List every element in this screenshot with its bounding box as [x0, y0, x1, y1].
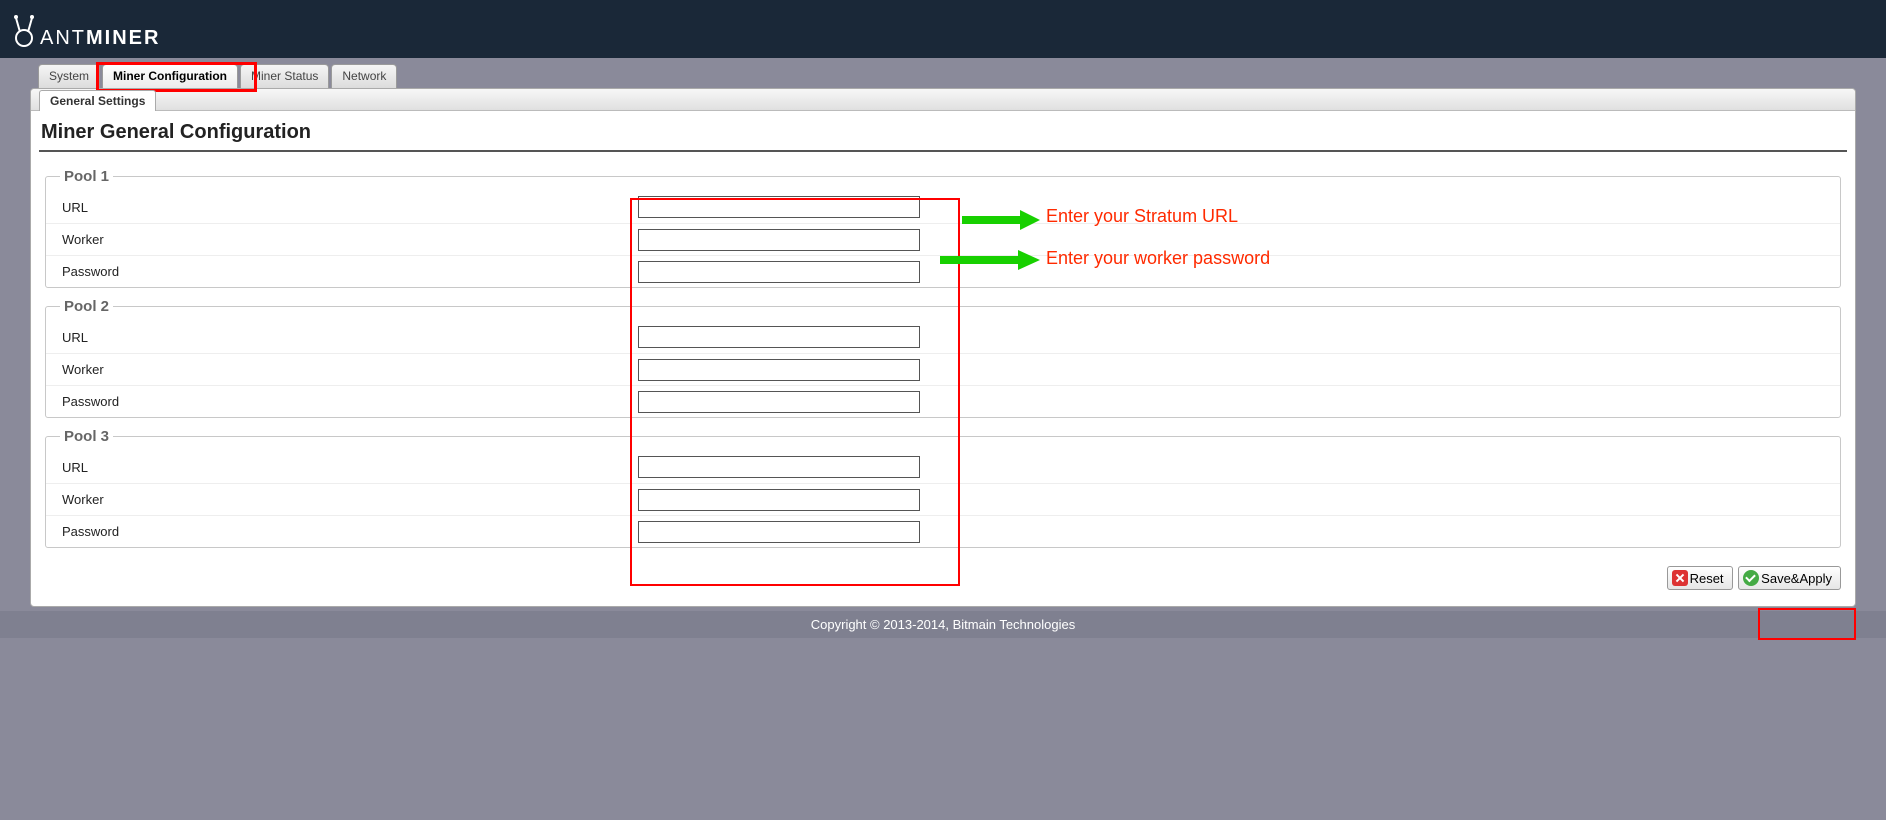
footer: Copyright © 2013-2014, Bitmain Technolog… [0, 611, 1886, 638]
config-panel: General Settings Miner General Configura… [30, 88, 1856, 607]
cancel-icon [1672, 570, 1688, 586]
pool-1-url-input[interactable] [638, 196, 920, 218]
pool-2-password-input[interactable] [638, 391, 920, 413]
tab-system[interactable]: System [38, 64, 100, 88]
pool-2-worker-input[interactable] [638, 359, 920, 381]
annotation-text-worker: Enter your worker password [1046, 248, 1270, 269]
pool-3-worker-input[interactable] [638, 489, 920, 511]
pool-1-password-label: Password [58, 264, 638, 279]
pool-3-worker-label: Worker [58, 492, 638, 507]
brand-logo: ANTMINER [10, 6, 1876, 52]
reset-button[interactable]: Reset [1667, 566, 1733, 590]
main-tabs: System Miner Configuration Miner Status … [38, 64, 1886, 88]
pool-2-password-label: Password [58, 394, 638, 409]
pool-3-url-input[interactable] [638, 456, 920, 478]
save-apply-button-label: Save&Apply [1761, 571, 1832, 586]
annotation-text-url: Enter your Stratum URL [1046, 206, 1238, 227]
pool-2-fieldset: Pool 2 URL Worker Password [45, 298, 1841, 418]
tab-miner-status[interactable]: Miner Status [240, 64, 329, 88]
header-bar: ANTMINER [0, 0, 1886, 58]
pool-1-legend: Pool 1 [60, 168, 113, 185]
subtab-general-settings[interactable]: General Settings [39, 90, 156, 111]
page-title: Miner General Configuration [39, 121, 1847, 150]
antminer-logo-icon [10, 12, 38, 48]
reset-button-label: Reset [1690, 571, 1724, 586]
pool-2-url-label: URL [58, 330, 638, 345]
save-apply-button[interactable]: Save&Apply [1738, 566, 1841, 590]
pool-1-worker-input[interactable] [638, 229, 920, 251]
tab-miner-configuration[interactable]: Miner Configuration [102, 64, 238, 88]
check-icon [1743, 570, 1759, 586]
pool-2-worker-label: Worker [58, 362, 638, 377]
pool-2-legend: Pool 2 [60, 298, 113, 315]
pool-1-url-label: URL [58, 200, 638, 215]
pool-2-url-input[interactable] [638, 326, 920, 348]
tab-network[interactable]: Network [331, 64, 397, 88]
pool-3-password-label: Password [58, 524, 638, 539]
pool-3-password-input[interactable] [638, 521, 920, 543]
pool-1-fieldset: Pool 1 URL Worker Password [45, 168, 1841, 288]
brand-name: ANTMINER [40, 27, 160, 50]
pool-1-worker-label: Worker [58, 232, 638, 247]
pool-1-password-input[interactable] [638, 261, 920, 283]
action-bar: Reset Save&Apply [39, 558, 1847, 592]
title-divider [39, 150, 1847, 152]
subtab-bar: General Settings [31, 89, 1855, 111]
pool-3-legend: Pool 3 [60, 428, 113, 445]
pool-3-fieldset: Pool 3 URL Worker Password [45, 428, 1841, 548]
pool-3-url-label: URL [58, 460, 638, 475]
